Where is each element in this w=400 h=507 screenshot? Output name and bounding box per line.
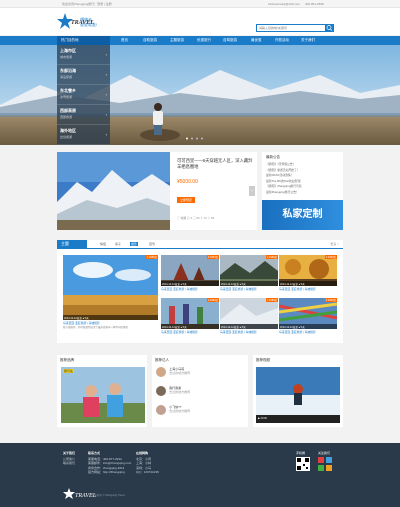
theme-tile[interactable]: ¥ 2980起 2014-12-12出发 ● 5天 马来西亚·亚庇旅游 | 海滩摄… [279,255,337,291]
wechat-icon[interactable] [318,465,324,471]
nav-item-theme[interactable]: 主题旅游 [170,36,184,45]
nav-item-about[interactable]: 关于我们 [301,36,315,45]
email-text[interactable]: fortbookmark@163.com [268,2,300,6]
feature-image[interactable] [57,152,170,230]
qr-code-icon [296,457,310,471]
notice-title: 最新公告 [266,155,280,159]
price-badge: ¥ 2980起 [145,255,158,259]
brand-logo: 我们在 [63,369,75,373]
wechat-label: 手机端 [296,451,306,455]
brand-panel: 推荐品牌 我们在 [57,355,147,427]
main-nav: 热门目的地 首页 自助旅游 主题旅游 优惠旅行 自驾旅游 最优惠 许愿活动 关于… [0,36,400,45]
rss-icon[interactable] [326,465,332,471]
theme-more-link[interactable]: 更多 > [330,242,339,246]
chevron-right-icon: › [105,92,107,97]
avatar [156,405,166,415]
video-time: 00:00 [260,417,267,420]
heart-icon: ♡ [177,216,180,220]
welcome-text: 欢迎访问Zhangqing旅行！登录 | 注册 [62,2,112,6]
search-input[interactable] [257,25,327,31]
slogan: 想旅去， 说走就走! [80,17,98,27]
footer-col-online: 在线网购 北京：小周 上海：小林 深圳：小马 QQ：123741238 [136,451,159,474]
feature-title[interactable]: 可可西里——6天穿越无人区，深入藏羚羊栖息圈地 [177,158,253,170]
book-button[interactable]: 立即预定 [177,197,195,203]
people-title: 推荐达人 [155,358,169,362]
brand-title: 推荐品牌 [60,358,74,362]
play-icon: ▶ [258,417,260,420]
avatar [156,386,166,396]
tab-couple[interactable]: 情侣 [100,242,106,246]
tile-date: 2014-12-12出发 ● 5天 [63,315,158,320]
theme-title: 主题 [57,240,87,248]
destinations-menu[interactable]: 热门目的地 [57,36,110,45]
notice-list: 【通知】7天年假公告！ 【通知】旅游活动开始了！ 最新MASS活动激情！ 最新T… [266,162,340,195]
person-item[interactable]: 上海小马哥 去过的地方推荐 [156,367,190,377]
people-panel: 推荐达人 上海小马哥 去过的地方推荐 我行我素 去过的地方推荐 小飞侠?? 去过的地方… [152,355,248,427]
theme-tile[interactable]: ¥ 2980起 2014-12-12出发 ● 5天 马来西亚·亚庇旅游 | 海滩摄… [161,298,219,334]
theme-tile[interactable]: ¥ 2980起 2014-12-12出发 ● 5天 马来西亚·亚庇旅游 | 海滩摄… [220,255,278,291]
notice-panel: 最新公告 【通知】7天年假公告！ 【通知】旅游活动开始了！ 最新MASS活动激情… [262,152,343,230]
video-player[interactable]: ▶ 00:00 [256,367,340,423]
tile-desc: 我小编推荐，你可能要到这里了最多旅客中一种不同的体验 [63,326,129,329]
sidebar-item-east-coast[interactable]: 东部沿海 海岛旅游 › [57,65,110,85]
feature-stats: ♡ 收藏 ◎ 5 ▢ 86 ⇪ 10 ☆ 88 [177,216,215,220]
brand-image[interactable]: 我们在 [61,367,145,423]
search-icon [326,25,333,31]
share-icon: ⇪ [200,216,203,220]
avatar [156,367,166,377]
tab-selfdrive[interactable]: 自驾 [149,242,155,246]
theme-tile[interactable]: ¥ 2980起 2014-12-12出发 ● 5天 马来西亚·亚庇旅游 | 海滩摄… [279,298,337,334]
big-tile[interactable]: ¥ 2980起 2014-12-12出发 ● 5天 马来西亚·亚庇旅游 | 海滩… [63,255,158,330]
search-box[interactable] [256,24,334,32]
theme-section: 主题 情侣 亲子 摄影 自驾 更多 > ¥ 2980起 2014-12-12出发… [57,240,343,343]
nav-item-deals[interactable]: 优惠旅行 [197,36,211,45]
qq-icon[interactable] [326,457,332,463]
chevron-right-icon: › [105,112,107,117]
nav-item-best[interactable]: 最优惠 [251,36,262,45]
chevron-right-icon: › [105,72,107,77]
top-bar: 欢迎访问Zhangqing旅行！登录 | 注册 fortbookmark@163… [0,0,400,8]
carousel-dots[interactable] [185,136,215,141]
copyright: 版权所有 © Zhangqing Travel [92,494,125,497]
eye-icon: ◎ [186,216,190,220]
tab-photography[interactable]: 摄影 [130,242,139,246]
nav-item-wish[interactable]: 许愿活动 [275,36,289,45]
search-button[interactable] [325,24,334,32]
nav-item-self-guided[interactable]: 自助旅游 [143,36,157,45]
like-icon: ☆ [207,216,211,220]
next-arrow-icon[interactable]: › [249,186,255,196]
person-item[interactable]: 我行我素 去过的地方推荐 [156,386,190,396]
footer: 关于我们 公司简介 联系我们 联系方式 客服电话：400-877-2932 客服… [0,443,400,507]
video-title: 推荐视频 [256,358,270,362]
phone-text: 400-851-1868 [305,2,324,6]
sidebar-item-overseas[interactable]: 海外地区 出境旅游 › [57,125,110,145]
footer-col-about: 关于我们 公司简介 联系我们 [63,451,76,465]
feature-price: ¥5000.00 [177,179,198,185]
sidebar-item-northeast[interactable]: 东北雪乡 冰雪旅游 › [57,85,110,105]
sidebar-item-west[interactable]: 西部高原 西部旅游 › [57,105,110,125]
chevron-right-icon: › [105,132,107,137]
destination-sidebar: 上海市区 城市旅游 › 东部沿海 海岛旅游 › 东北雪乡 冰雪旅游 › 西部高原 西部旅游 › … [57,45,110,145]
theme-tile[interactable]: ¥ 2980起 2014-12-12出发 ● 5天 马来西亚·亚庇旅游 | 海滩摄… [220,298,278,334]
follow-label: 关注我们 [318,451,331,455]
comment-icon: ▢ [192,216,196,220]
feature-card: 可可西里——6天穿越无人区，深入藏羚羊栖息圈地 ¥5000.00 立即预定 ♡ … [57,152,257,230]
weibo-icon[interactable] [318,457,324,463]
nav-item-selfdrive[interactable]: 自驾旅游 [223,36,237,45]
sidebar-item-shanghai[interactable]: 上海市区 城市旅游 › [57,45,110,65]
tab-family[interactable]: 亲子 [115,242,121,246]
video-panel: 推荐视频 ▶ 00:00 [253,355,343,427]
private-custom-banner[interactable]: 私家定制 [262,200,343,230]
nav-item-home[interactable]: 首页 [121,36,128,45]
chevron-right-icon: › [105,52,107,57]
hero-person [153,103,163,135]
tile-title: 马来西亚·亚庇旅游 | 海滩摄影 [63,321,100,325]
theme-tile[interactable]: ¥ 2980起 2014-12-12出发 ● 5天 马来西亚·亚庇旅游 | 海滩摄… [161,255,219,291]
person-item[interactable]: 小飞侠?? 去过的地方推荐 [156,405,190,415]
notice-item[interactable]: 最新Zhangqing旅行公告！ [266,190,340,196]
footer-col-contact: 联系方式 客服电话：400-877-2932 客服邮件：info@zhangqi… [88,451,132,474]
video-controls[interactable]: ▶ 00:00 [256,415,340,423]
header: TRAVEL 想旅去， 说走就走! [0,8,400,35]
